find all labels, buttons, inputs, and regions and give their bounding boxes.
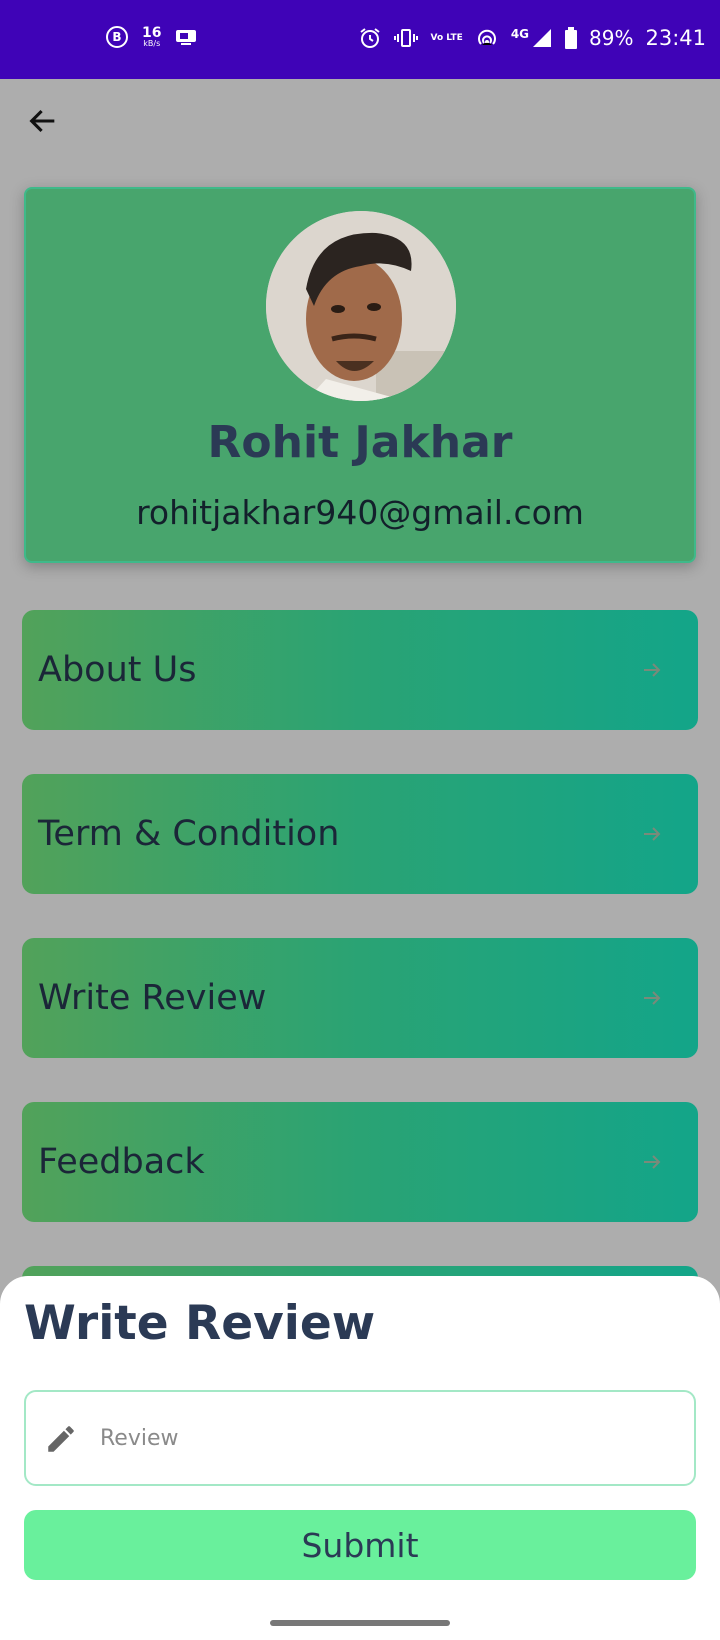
alarm-icon	[360, 28, 381, 48]
network-type: 4G	[510, 27, 530, 41]
write-review-sheet: Write Review Submit	[0, 1276, 720, 1640]
battery-percent: 89%	[589, 26, 634, 50]
hotspot-icon	[477, 29, 496, 45]
avatar	[266, 211, 456, 401]
profile-email: rohitjakhar940@gmail.com	[136, 493, 584, 532]
sheet-title: Write Review	[24, 1296, 376, 1351]
review-field[interactable]	[24, 1390, 696, 1486]
speed-unit: kB/s	[143, 39, 161, 48]
network-speed: 16 kB/s	[142, 26, 161, 48]
submit-button[interactable]: Submit	[24, 1510, 696, 1580]
profile-name: Rohit Jakhar	[207, 417, 513, 468]
screen-cast-icon	[176, 30, 197, 45]
signal-icon	[533, 29, 552, 47]
status-bar: B 16 kB/s Vo LTE 4G 89% 23:41	[0, 0, 720, 79]
arrow-right-icon	[644, 991, 661, 1005]
menu-item-terms[interactable]: Term & Condition	[22, 774, 698, 894]
arrow-right-icon	[644, 827, 661, 841]
status-right: Vo LTE 4G 89% 23:41	[358, 26, 706, 50]
arrow-right-icon	[644, 1155, 661, 1169]
menu-item-write-review[interactable]: Write Review	[22, 938, 698, 1058]
volte-icon: Vo LTE	[430, 32, 463, 43]
pencil-icon	[48, 1426, 74, 1452]
menu-item-label: About Us	[38, 650, 197, 690]
battery-icon	[565, 27, 578, 49]
review-input[interactable]	[100, 1392, 680, 1484]
home-indicator[interactable]	[270, 1620, 450, 1626]
status-left: B 16 kB/s	[106, 26, 197, 48]
clock: 23:41	[645, 26, 706, 50]
menu-item-label: Term & Condition	[38, 814, 340, 854]
arrow-right-icon	[644, 663, 661, 677]
back-arrow-icon[interactable]	[26, 104, 60, 138]
menu-item-label: Write Review	[38, 978, 267, 1018]
speed-value: 16	[142, 25, 162, 41]
vibrate-icon	[394, 29, 419, 47]
menu-item-about-us[interactable]: About Us	[22, 610, 698, 730]
menu-item-label: Feedback	[38, 1142, 205, 1182]
profile-card: Rohit Jakhar rohitjakhar940@gmail.com	[24, 187, 696, 563]
signal-group: 4G	[511, 27, 553, 49]
avatar-photo	[266, 211, 456, 401]
b-notification-icon: B	[106, 26, 128, 48]
menu-item-feedback[interactable]: Feedback	[22, 1102, 698, 1222]
